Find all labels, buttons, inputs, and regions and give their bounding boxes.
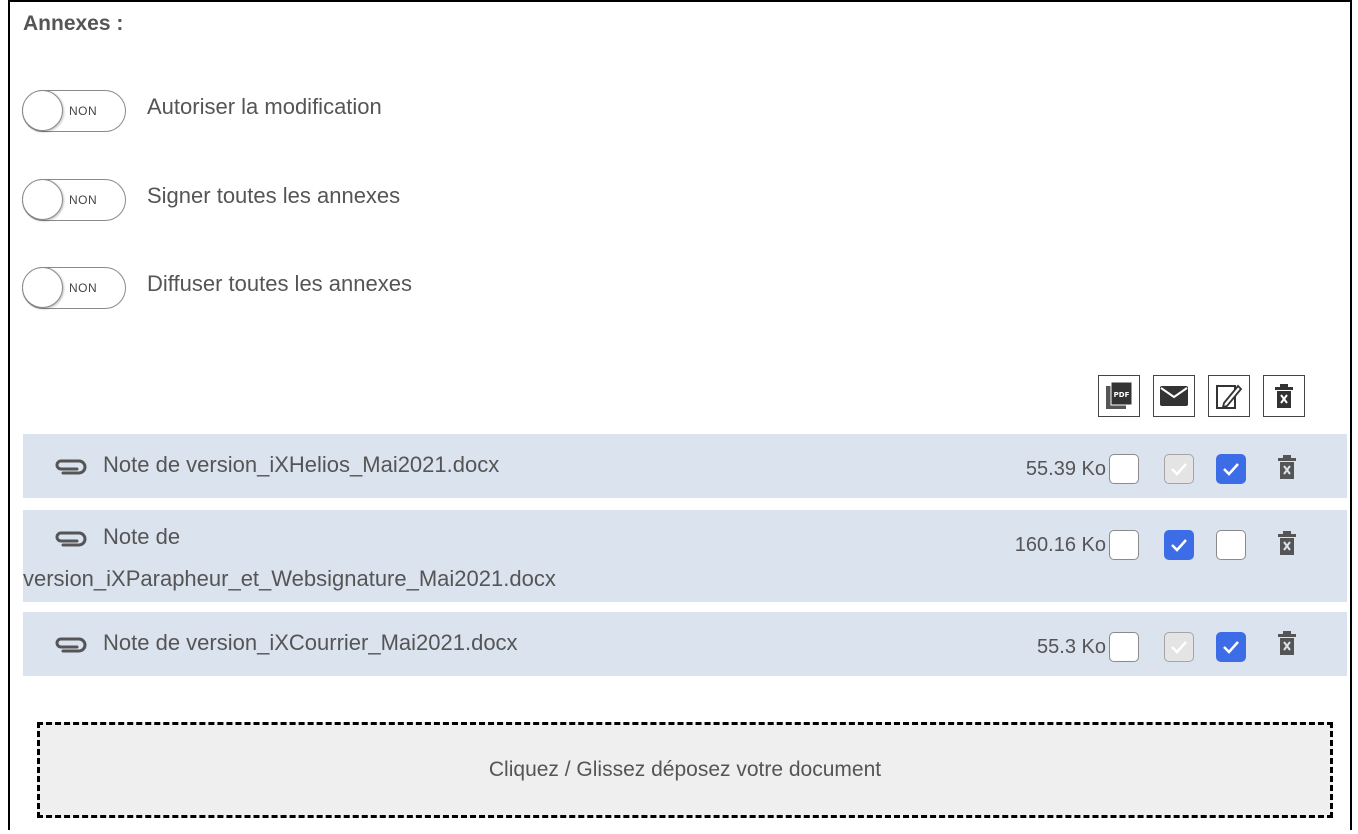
check-icon xyxy=(1223,463,1239,476)
attachment-size: 55.39 Ko xyxy=(1025,458,1106,480)
attachment-filename-line1[interactable]: Note de xyxy=(103,524,180,550)
toggle-knob xyxy=(22,267,63,308)
check-icon xyxy=(1223,641,1239,654)
check-icon xyxy=(1171,641,1187,654)
attachment-size: 55.3 Ko xyxy=(1037,636,1106,658)
delete-all-button[interactable] xyxy=(1263,375,1305,417)
toggle-row-modification: NON Autoriser la modification xyxy=(22,88,382,134)
attachment-row: Note de version_iXCourrier_Mai2021.docx … xyxy=(23,612,1347,676)
send-mail-button[interactable] xyxy=(1153,375,1195,417)
attachment-row: Note de version_iXHelios_Mai2021.docx 55… xyxy=(23,434,1347,498)
envelope-icon xyxy=(1160,386,1188,406)
attachment-checkbox-3[interactable] xyxy=(1216,632,1246,662)
file-dropzone[interactable]: Cliquez / Glissez déposez votre document xyxy=(37,722,1333,818)
attachment-checkbox-2[interactable] xyxy=(1164,530,1194,560)
toggle-row-diffuser: NON Diffuser toutes les annexes xyxy=(22,265,412,311)
delete-attachment-button[interactable] xyxy=(1276,454,1298,480)
attachment-checkbox-2[interactable] xyxy=(1164,454,1194,484)
paperclip-icon xyxy=(55,459,87,475)
bulk-action-bar: PDF xyxy=(1098,375,1305,417)
paperclip-icon xyxy=(55,637,87,653)
attachment-size: 160.16 Ko xyxy=(1014,534,1106,556)
attachment-checkbox-3[interactable] xyxy=(1216,454,1246,484)
delete-attachment-button[interactable] xyxy=(1276,530,1298,556)
attachment-filename[interactable]: Note de version_iXCourrier_Mai2021.docx xyxy=(103,630,518,656)
attachment-checkbox-1[interactable] xyxy=(1109,454,1139,484)
check-icon xyxy=(1171,539,1187,552)
attachment-row: Note de version_iXParapheur_et_Websignat… xyxy=(23,510,1347,602)
section-title: Annexes : xyxy=(23,12,124,35)
attachment-checkbox-3[interactable] xyxy=(1216,530,1246,560)
pdf-button[interactable]: PDF xyxy=(1098,375,1140,417)
toggle-autoriser-modification[interactable]: NON xyxy=(22,90,126,132)
dropzone-label: Cliquez / Glissez déposez votre document xyxy=(488,758,882,781)
attachment-checkbox-1[interactable] xyxy=(1109,530,1139,560)
pdf-badge: PDF xyxy=(1114,391,1130,399)
toggle-state: NON xyxy=(69,104,98,118)
attachment-name-wrap: Note de version_iXCourrier_Mai2021.docx xyxy=(53,630,518,656)
attachment-filename-line2[interactable]: version_iXParapheur_et_Websignature_Mai2… xyxy=(23,561,556,597)
toggle-label: Autoriser la modification xyxy=(147,94,382,119)
delete-attachment-button[interactable] xyxy=(1276,630,1298,656)
toggle-knob xyxy=(22,179,63,220)
toggle-state: NON xyxy=(69,193,98,207)
sign-icon xyxy=(1216,384,1243,409)
toggle-label: Signer toutes les annexes xyxy=(147,183,401,208)
toggle-row-signer: NON Signer toutes les annexes xyxy=(22,177,400,223)
attachment-name-wrap: Note de xyxy=(53,524,180,550)
toggle-signer-annexes[interactable]: NON xyxy=(22,179,126,221)
pdf-icon: PDF xyxy=(1106,381,1133,409)
attachment-checkbox-1[interactable] xyxy=(1109,632,1139,662)
toggle-knob xyxy=(22,90,63,131)
trash-icon xyxy=(1275,384,1293,408)
toggle-label: Diffuser toutes les annexes xyxy=(147,271,412,296)
toggle-diffuser-annexes[interactable]: NON xyxy=(22,267,126,309)
attachment-filename[interactable]: Note de version_iXHelios_Mai2021.docx xyxy=(103,452,499,478)
sign-button[interactable] xyxy=(1208,375,1250,417)
attachment-name-wrap: Note de version_iXHelios_Mai2021.docx xyxy=(53,452,499,478)
paperclip-icon xyxy=(55,531,87,547)
check-icon xyxy=(1171,463,1187,476)
toggle-state: NON xyxy=(69,281,98,295)
attachment-checkbox-2[interactable] xyxy=(1164,632,1194,662)
